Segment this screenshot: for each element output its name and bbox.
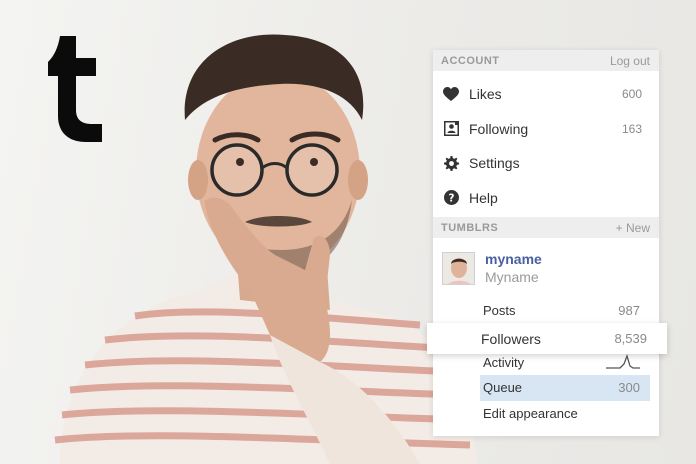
account-header-title: ACCOUNT [441, 54, 500, 67]
tumblrs-header-title: TUMBLRS [441, 221, 499, 234]
account-menu: Likes 600 Following 163 Settings ? Help [433, 71, 659, 215]
menu-item-label: Following [469, 120, 529, 137]
help-icon: ? [443, 190, 459, 206]
blog-name: myname [485, 251, 542, 267]
stat-queue[interactable]: Queue 300 [480, 375, 650, 401]
queue-label: Queue [483, 380, 523, 396]
blog-stats: Posts 987 Activity Queue 300 Edit appear… [433, 298, 659, 426]
avatar [442, 251, 475, 285]
account-section-header: ACCOUNT Log out [433, 50, 659, 71]
activity-label: Activity [483, 354, 525, 370]
stat-posts[interactable]: Posts 987 [433, 298, 659, 324]
followers-label: Followers [481, 330, 541, 347]
gear-icon [443, 155, 459, 171]
tumblr-logo-icon [48, 36, 102, 142]
following-icon [443, 121, 459, 137]
following-count: 163 [621, 121, 642, 136]
tumblrs-section-header: TUMBLRS + New [433, 217, 659, 238]
stat-edit-appearance[interactable]: Edit appearance [433, 401, 659, 427]
svg-text:?: ? [448, 193, 454, 205]
followers-value: 8,539 [614, 331, 647, 346]
heart-icon [443, 86, 459, 102]
menu-item-help[interactable]: ? Help [433, 181, 659, 216]
activity-sparkline-icon [606, 354, 640, 369]
menu-item-likes[interactable]: Likes 600 [433, 77, 659, 112]
queue-value: 300 [618, 380, 640, 396]
logout-link[interactable]: Log out [610, 54, 650, 68]
likes-count: 600 [621, 87, 642, 102]
menu-item-label: Settings [469, 155, 520, 172]
posts-value: 987 [618, 303, 640, 319]
blog-title: Myname [485, 269, 539, 285]
account-panel: ACCOUNT Log out Likes 600 Following 163 … [433, 50, 659, 436]
menu-item-label: Help [469, 189, 498, 206]
blog-entry[interactable]: myname Myname [433, 238, 659, 298]
edit-appearance-label: Edit appearance [483, 405, 578, 421]
menu-item-following[interactable]: Following 163 [433, 112, 659, 147]
posts-label: Posts [483, 303, 516, 319]
new-blog-link[interactable]: + New [616, 221, 650, 235]
menu-item-settings[interactable]: Settings [433, 146, 659, 181]
stat-followers[interactable]: Followers 8,539 [427, 323, 667, 354]
menu-item-label: Likes [469, 86, 502, 103]
